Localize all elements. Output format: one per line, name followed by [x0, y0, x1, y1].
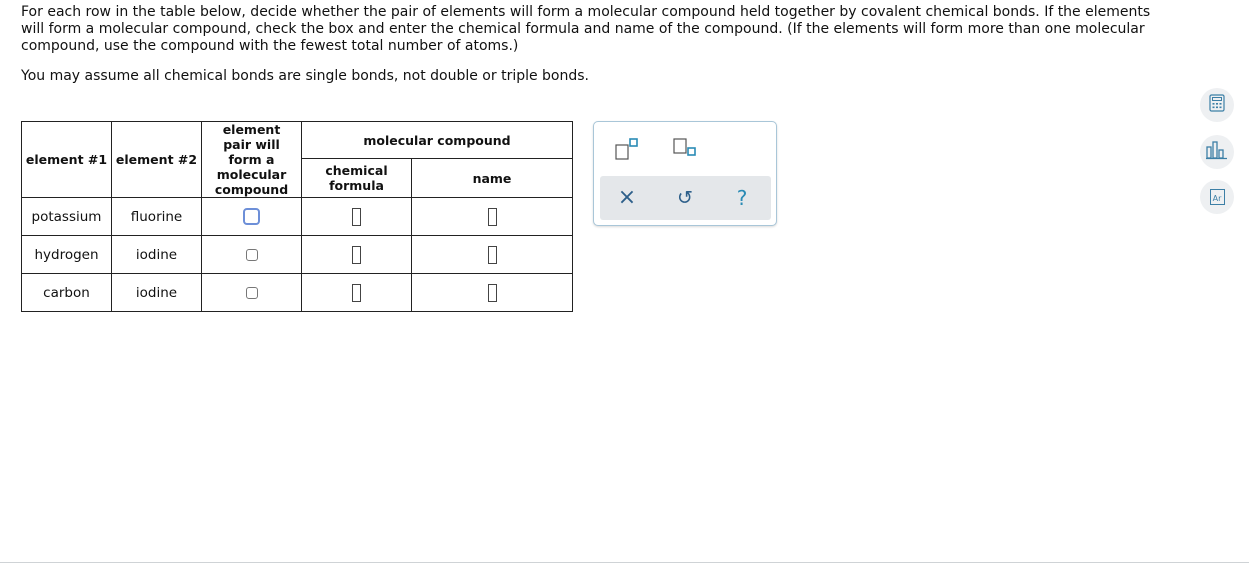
- instructions-paragraph: For each row in the table below, decide …: [21, 4, 1151, 54]
- row-element-1: hydrogen: [21, 235, 112, 274]
- bottom-divider: [0, 562, 1249, 563]
- forms-compound-checkbox[interactable]: [245, 286, 258, 299]
- formula-input[interactable]: [352, 283, 361, 302]
- calculator-icon: [1209, 94, 1225, 116]
- action-bar: × ↺ ?: [600, 176, 771, 220]
- formula-input[interactable]: [352, 245, 361, 264]
- name-cell: [411, 273, 573, 312]
- row-element-2: fluorine: [111, 197, 202, 236]
- subscript-tool-icon[interactable]: [672, 136, 700, 166]
- name-input[interactable]: [487, 245, 497, 264]
- answer-toolpanel: × ↺ ?: [593, 121, 777, 226]
- forms-compound-cell: [201, 235, 302, 274]
- help-button[interactable]: ?: [728, 184, 756, 212]
- clear-button[interactable]: ×: [613, 184, 641, 212]
- forms-compound-cell: [201, 197, 302, 236]
- header-name: name: [411, 158, 573, 198]
- table-row: potassium fluorine: [21, 197, 573, 236]
- name-input[interactable]: [487, 207, 497, 226]
- formula-input[interactable]: [352, 207, 361, 226]
- name-cell: [411, 235, 573, 274]
- header-forms-compound: element pair will form a molecular compo…: [201, 121, 302, 198]
- periodic-table-icon: Ar: [1209, 189, 1225, 205]
- undo-button[interactable]: ↺: [671, 184, 699, 212]
- formula-cell: [301, 273, 412, 312]
- header-element-1: element #1: [21, 121, 112, 198]
- data-chart-icon: [1206, 140, 1228, 164]
- calculator-button[interactable]: [1200, 88, 1234, 122]
- table-row: carbon iodine: [21, 273, 573, 312]
- header-chemical-formula: chemical formula: [301, 158, 412, 198]
- instructions-note: You may assume all chemical bonds are si…: [21, 68, 590, 84]
- row-element-2: iodine: [111, 273, 202, 312]
- row-element-1: potassium: [21, 197, 112, 236]
- forms-compound-checkbox[interactable]: [243, 208, 260, 225]
- forms-compound-cell: [201, 273, 302, 312]
- row-element-2: iodine: [111, 235, 202, 274]
- periodic-table-label: Ar: [1212, 194, 1222, 203]
- header-molecular-compound: molecular compound: [301, 120, 573, 160]
- name-input[interactable]: [487, 283, 497, 302]
- row-element-1: carbon: [21, 273, 112, 312]
- formula-cell: [301, 197, 412, 236]
- forms-compound-checkbox[interactable]: [245, 248, 258, 261]
- instructions: For each row in the table below, decide …: [21, 4, 1171, 85]
- name-cell: [411, 197, 573, 236]
- formula-cell: [301, 235, 412, 274]
- superscript-tool-icon[interactable]: [614, 136, 640, 166]
- header-element-2: element #2: [111, 121, 202, 198]
- periodic-table-button[interactable]: Ar: [1200, 180, 1234, 214]
- compound-table: element #1 element #2 element pair will …: [21, 120, 573, 312]
- data-chart-button[interactable]: [1200, 135, 1234, 169]
- table-row: hydrogen iodine: [21, 235, 573, 274]
